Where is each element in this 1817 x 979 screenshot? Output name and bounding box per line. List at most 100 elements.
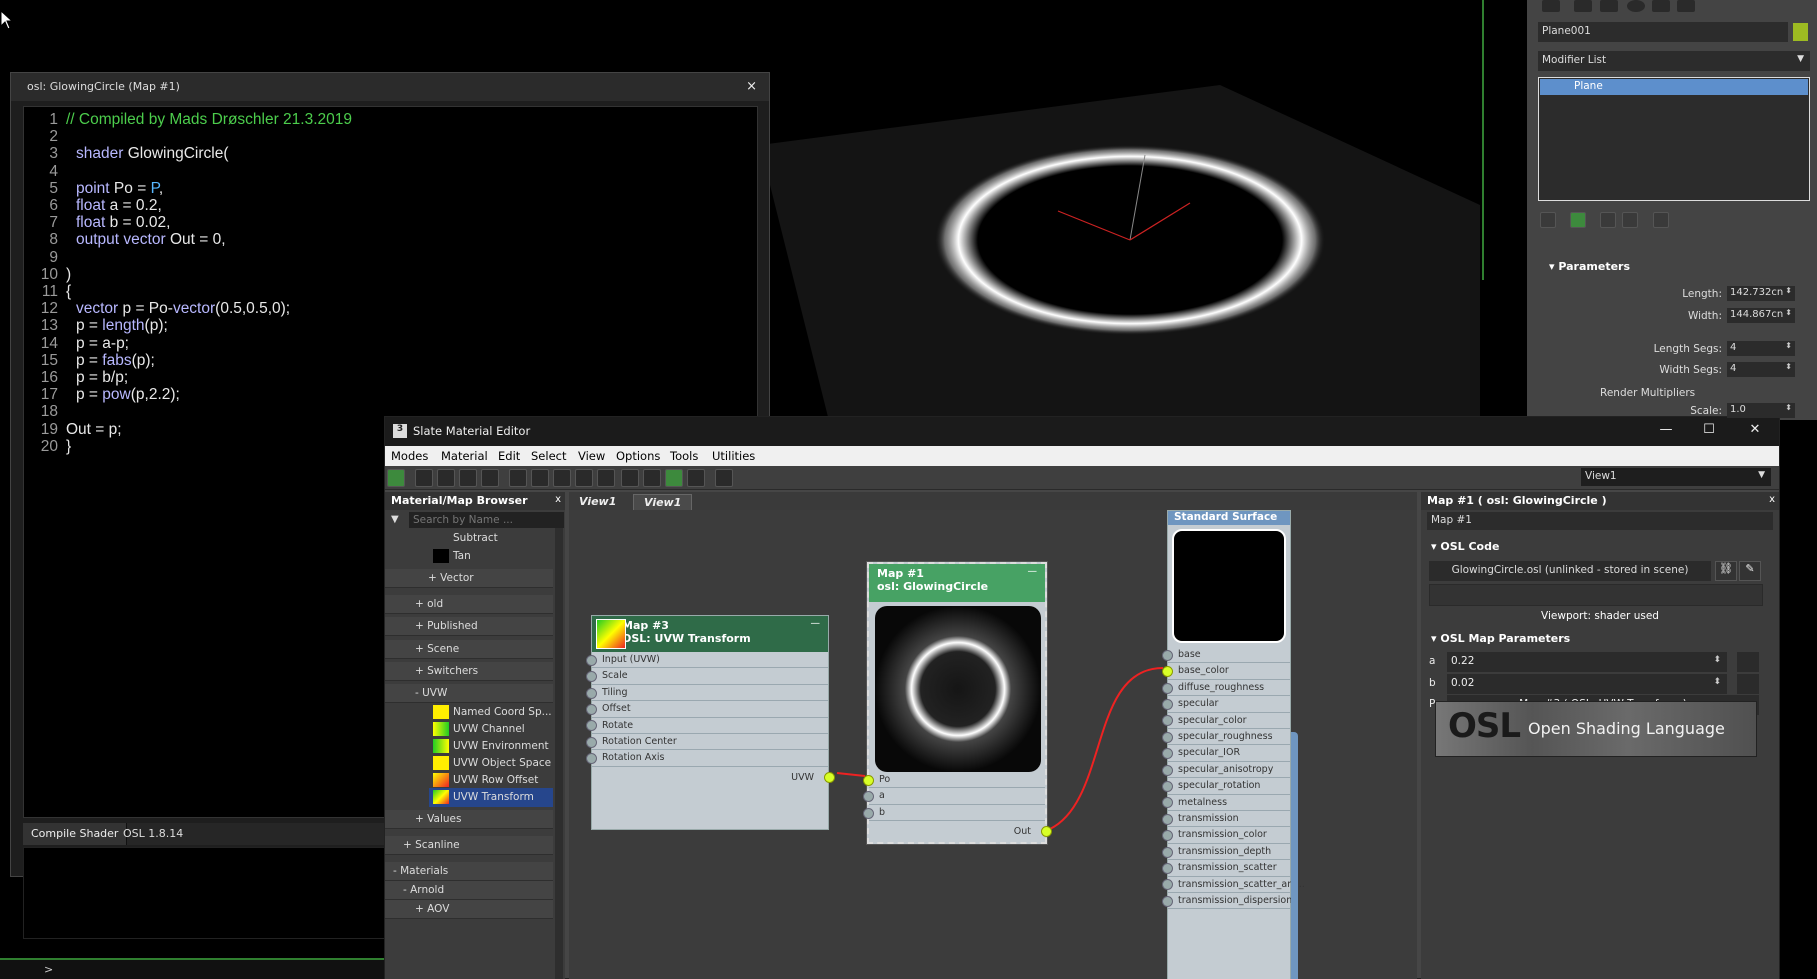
spinner-icon[interactable]: ⬍: [1713, 677, 1721, 687]
osl-code-rollout-header[interactable]: ▾ OSL Code: [1431, 540, 1499, 553]
close-icon[interactable]: ×: [746, 79, 757, 94]
browser-group-arnold[interactable]: - Arnold: [385, 881, 553, 900]
input-socket[interactable]: [1162, 813, 1173, 825]
input-socket[interactable]: [1162, 846, 1173, 858]
browser-search-input[interactable]: [409, 512, 564, 528]
browser-group-materials[interactable]: - Materials: [385, 862, 553, 881]
input-slot[interactable]: specular_color: [1168, 713, 1290, 729]
layout-all-icon[interactable]: [621, 469, 639, 487]
input-socket[interactable]: [863, 807, 874, 819]
menu-modes[interactable]: Modes: [391, 449, 428, 463]
show-end-result-icon[interactable]: [1570, 212, 1586, 228]
node-resize-handle[interactable]: [1291, 732, 1298, 979]
put-to-scene-icon[interactable]: [437, 469, 455, 487]
input-slot[interactable]: b: [869, 805, 1045, 822]
input-slot[interactable]: transmission_scatter: [1168, 860, 1290, 877]
maximize-icon[interactable]: ☐: [1695, 422, 1723, 442]
input-slot[interactable]: transmission_depth: [1168, 844, 1290, 861]
input-slot[interactable]: Tiling: [592, 685, 828, 702]
pick-material-icon[interactable]: [415, 469, 433, 487]
length-segs-spinner[interactable]: 4 ⬍: [1727, 341, 1795, 356]
output-socket[interactable]: [1041, 826, 1052, 837]
output-slot[interactable]: Out: [869, 824, 1045, 840]
input-slot[interactable]: transmission: [1168, 811, 1290, 828]
link-icon[interactable]: ⛓: [1715, 561, 1737, 581]
stack-item-plane[interactable]: Plane: [1540, 79, 1808, 95]
move-children-icon[interactable]: [509, 469, 527, 487]
input-slot[interactable]: base_color: [1168, 663, 1290, 680]
make-unique-icon[interactable]: [1600, 212, 1616, 228]
node-header[interactable]: Map #1 osl: GlowingCircle: [869, 564, 1045, 602]
browser-item-tan[interactable]: Tan: [385, 547, 553, 566]
input-slot[interactable]: a: [869, 788, 1045, 805]
input-socket[interactable]: [586, 687, 597, 699]
select-by-material-icon[interactable]: [715, 469, 733, 487]
browser-group-aov[interactable]: + AOV: [385, 900, 553, 919]
browser-group-vector[interactable]: + Vector: [385, 569, 553, 588]
input-slot[interactable]: transmission_dispersion*: [1168, 893, 1297, 910]
input-socket[interactable]: [1162, 895, 1173, 907]
menu-utilities[interactable]: Utilities: [712, 449, 755, 463]
osl-map-params-rollout-header[interactable]: ▾ OSL Map Parameters: [1431, 632, 1570, 645]
input-slot[interactable]: metalness: [1168, 795, 1290, 811]
browser-item-uvw-transform[interactable]: UVW Transform: [429, 788, 553, 807]
browser-options-icon[interactable]: ▼: [391, 514, 399, 525]
close-icon[interactable]: ✕: [1741, 422, 1769, 442]
modifier-stack[interactable]: Plane: [1538, 77, 1810, 201]
browser-group-scanline[interactable]: + Scanline: [385, 836, 553, 855]
delete-icon[interactable]: [481, 469, 499, 487]
input-slot[interactable]: Input (UVW): [592, 652, 828, 669]
compile-shader-button[interactable]: Compile Shader: [23, 823, 128, 845]
hide-unused-slots-icon[interactable]: [531, 469, 549, 487]
node-header[interactable]: Map #3 OSL: UVW Transform: [592, 616, 828, 652]
slate-title-bar[interactable]: Slate Material Editor: [385, 417, 1779, 446]
node-collapse-icon[interactable]: —: [811, 618, 821, 629]
input-socket[interactable]: [1162, 780, 1173, 792]
spinner-icon[interactable]: ⬍: [1785, 341, 1792, 350]
menu-material[interactable]: Material: [441, 449, 488, 463]
input-slot[interactable]: specular_anisotropy: [1168, 762, 1290, 779]
spinner-icon[interactable]: ⬍: [1713, 655, 1721, 665]
modifier-list-dropdown[interactable]: Modifier List ▼: [1538, 51, 1810, 71]
close-icon[interactable]: x: [555, 494, 561, 505]
configure-sets-icon[interactable]: [1653, 212, 1669, 228]
input-socket[interactable]: [1162, 698, 1173, 710]
output-slot[interactable]: UVW: [592, 770, 828, 786]
input-slot[interactable]: base: [1168, 647, 1290, 664]
input-slot[interactable]: specular_roughness: [1168, 729, 1290, 746]
assign-material-icon[interactable]: [459, 469, 477, 487]
browser-group-values[interactable]: + Values: [385, 810, 553, 829]
browser-scrollbar[interactable]: [555, 528, 563, 979]
parameters-rollout-header[interactable]: ▾ Parameters: [1549, 260, 1630, 273]
close-icon[interactable]: x: [1769, 494, 1775, 505]
spinner-icon[interactable]: ⬍: [1785, 308, 1792, 317]
remove-modifier-icon[interactable]: [1622, 212, 1638, 228]
menu-tools[interactable]: Tools: [670, 449, 698, 463]
input-slot[interactable]: Offset: [592, 701, 828, 718]
motion-tab-icon[interactable]: [1627, 0, 1645, 12]
input-socket[interactable]: [586, 736, 597, 748]
tab-view1-b[interactable]: View1: [633, 494, 693, 510]
hierarchy-tab-icon[interactable]: [1600, 0, 1618, 12]
input-slot[interactable]: Scale: [592, 668, 828, 685]
browser-group-switchers[interactable]: + Switchers: [385, 662, 553, 681]
input-socket[interactable]: [1162, 731, 1173, 743]
input-socket[interactable]: [586, 654, 597, 666]
node-standard-surface[interactable]: Standard Surface base base_color diffuse_r…: [1162, 510, 1305, 979]
show-map-in-viewport-icon[interactable]: [553, 469, 571, 487]
input-slot[interactable]: Po: [869, 772, 1045, 789]
create-tab-icon[interactable]: [1542, 0, 1560, 12]
input-slot[interactable]: Rotation Center: [592, 734, 828, 751]
spinner-icon[interactable]: ⬍: [1785, 403, 1792, 412]
show-background-icon[interactable]: [575, 469, 593, 487]
input-slot[interactable]: specular: [1168, 696, 1290, 713]
spinner-icon[interactable]: ⬍: [1785, 286, 1792, 295]
input-socket[interactable]: [1162, 649, 1173, 661]
node-header[interactable]: Standard Surface: [1168, 511, 1290, 525]
menu-options[interactable]: Options: [616, 449, 660, 463]
minimize-icon[interactable]: —: [1652, 422, 1680, 442]
utilities-tab-icon[interactable]: [1677, 0, 1695, 12]
osl-file-field[interactable]: GlowingCircle.osl (unlinked - stored in …: [1429, 561, 1711, 581]
input-slot[interactable]: Rotation Axis: [592, 750, 828, 767]
width-spinner[interactable]: 144.867cn ⬍: [1727, 308, 1795, 323]
